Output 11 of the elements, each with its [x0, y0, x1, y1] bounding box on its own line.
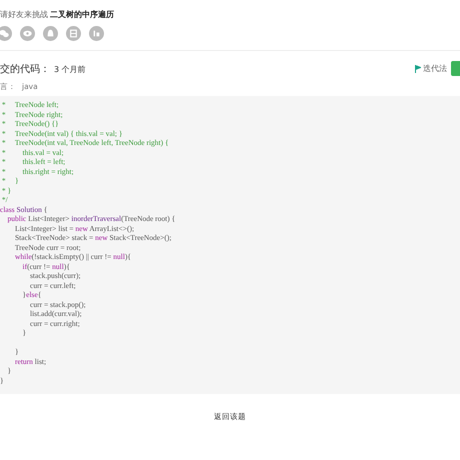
tag-link[interactable]: 迭代法	[415, 63, 447, 74]
submission-time: 3 个月前	[54, 64, 86, 74]
share-button[interactable]	[66, 26, 81, 41]
share-button[interactable]	[20, 26, 35, 41]
action-button[interactable]	[451, 61, 460, 76]
flag-icon	[415, 64, 421, 72]
share-button[interactable]	[89, 26, 104, 41]
problem-title: 二叉树的中序遍历	[50, 9, 114, 20]
invite-text: 请好友来挑战	[0, 9, 48, 20]
share-button[interactable]	[0, 26, 12, 41]
submission-title: 交的代码：	[0, 62, 50, 76]
